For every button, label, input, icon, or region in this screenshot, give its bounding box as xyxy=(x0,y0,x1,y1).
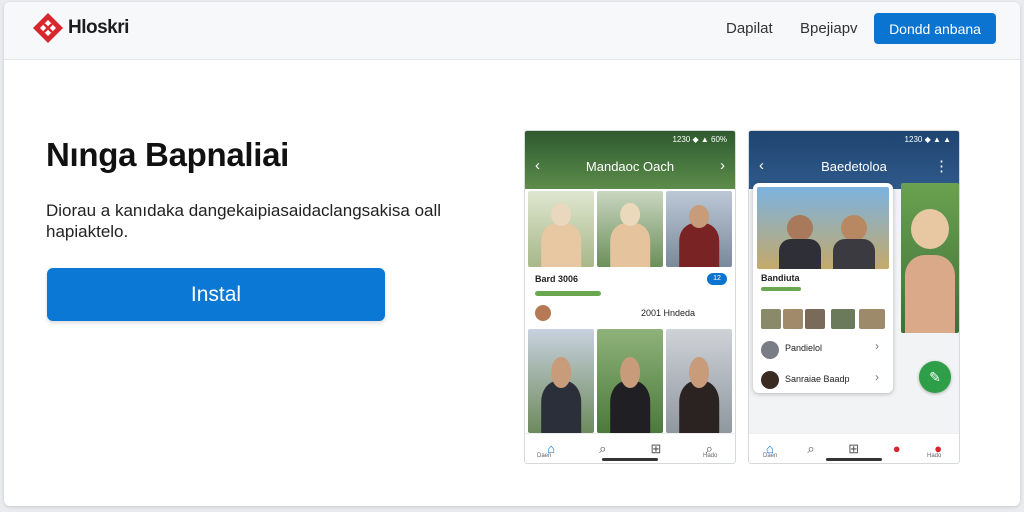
nav-label-home: Daen xyxy=(763,453,778,459)
photo-tile[interactable] xyxy=(597,191,663,267)
search-icon[interactable]: ⌕ xyxy=(807,441,814,457)
status-bar: 1230 ◆ ▲ ▲ xyxy=(904,135,951,144)
chevron-right-icon[interactable]: › xyxy=(875,370,879,384)
avatar xyxy=(761,371,779,389)
home-indicator xyxy=(602,458,658,461)
nav-label-end: Hado xyxy=(703,453,718,459)
phone-header: 1230 ◆ ▲ 60% ‹ Mandaoc Oach › xyxy=(525,131,735,189)
add-icon[interactable]: ⊞ xyxy=(848,441,859,457)
top-navigation-bar: Hloskri Dapilat Bpejiapv Dondd anbana xyxy=(4,2,1020,60)
side-photo[interactable] xyxy=(901,183,959,333)
phone-screenshot-detail: 1230 ◆ ▲ ▲ ‹ Baedetoloa ⋮ Bandiuta Pandi… xyxy=(748,130,960,464)
count-badge: 12 xyxy=(707,273,727,285)
thumb[interactable] xyxy=(805,309,825,329)
nav-label-end: Hado xyxy=(927,453,942,459)
chevron-right-icon[interactable]: › xyxy=(875,339,879,353)
phone-header: 1230 ◆ ▲ ▲ ‹ Baedetoloa ⋮ xyxy=(749,131,959,189)
brand-logo[interactable]: Hloskri xyxy=(32,12,129,44)
more-icon[interactable]: ⋮ xyxy=(934,157,949,175)
status-bar: 1230 ◆ ▲ 60% xyxy=(672,135,727,144)
nav-link-1[interactable]: Dapilat xyxy=(726,20,773,37)
phone-screenshot-gallery: 1230 ◆ ▲ 60% ‹ Mandaoc Oach › Bard 3006 … xyxy=(524,130,736,464)
phone-title: Mandaoc Oach xyxy=(585,159,675,174)
add-icon[interactable]: ⊞ xyxy=(651,441,662,457)
notification-icon[interactable]: ● xyxy=(893,441,901,456)
photo-tile[interactable] xyxy=(666,191,732,267)
photo-tile[interactable] xyxy=(597,329,663,433)
header-cta-button[interactable]: Dondd anbana xyxy=(874,13,996,44)
thumb[interactable] xyxy=(783,309,803,329)
photo-tile[interactable] xyxy=(528,191,594,267)
list-item-label[interactable]: Sanraiae Baadp xyxy=(785,374,850,384)
app-window: Hloskri Dapilat Bpejiapv Dondd anbana Nı… xyxy=(4,2,1020,506)
thumb[interactable] xyxy=(831,309,855,329)
fab-button[interactable]: ✎ xyxy=(919,361,951,393)
tag-strip xyxy=(535,291,601,296)
photo-tile[interactable] xyxy=(528,329,594,433)
nav-link-2[interactable]: Bpejiapv xyxy=(800,20,858,37)
search-icon[interactable]: ⌕ xyxy=(599,441,606,457)
home-indicator xyxy=(826,458,882,461)
thumb[interactable] xyxy=(761,309,781,329)
photo-tile[interactable] xyxy=(666,329,732,433)
list-item-label[interactable]: Pandielol xyxy=(785,343,822,353)
hero-title: Nınga Bapnaliai xyxy=(46,136,290,173)
thumb[interactable] xyxy=(859,309,885,329)
nav-label-home: Daen xyxy=(537,453,552,459)
avatar xyxy=(761,341,779,359)
install-button[interactable]: Instal xyxy=(47,268,385,321)
feature-photo[interactable] xyxy=(757,187,889,269)
logo-icon xyxy=(33,13,63,43)
hero-description: Diorau a kanıdaka dangekaipiasaidaclangs… xyxy=(46,201,442,241)
card-subtitle: 2001 Hndeda xyxy=(641,308,696,318)
phone-title: Baedetoloa xyxy=(821,159,887,174)
tag-strip xyxy=(761,287,801,291)
forward-icon[interactable]: › xyxy=(720,157,725,174)
card-title: Bard 3006 xyxy=(535,274,579,284)
detail-card-title: Bandiuta xyxy=(761,273,800,283)
avatar xyxy=(535,305,551,321)
brand-name: Hloskri xyxy=(68,17,129,38)
